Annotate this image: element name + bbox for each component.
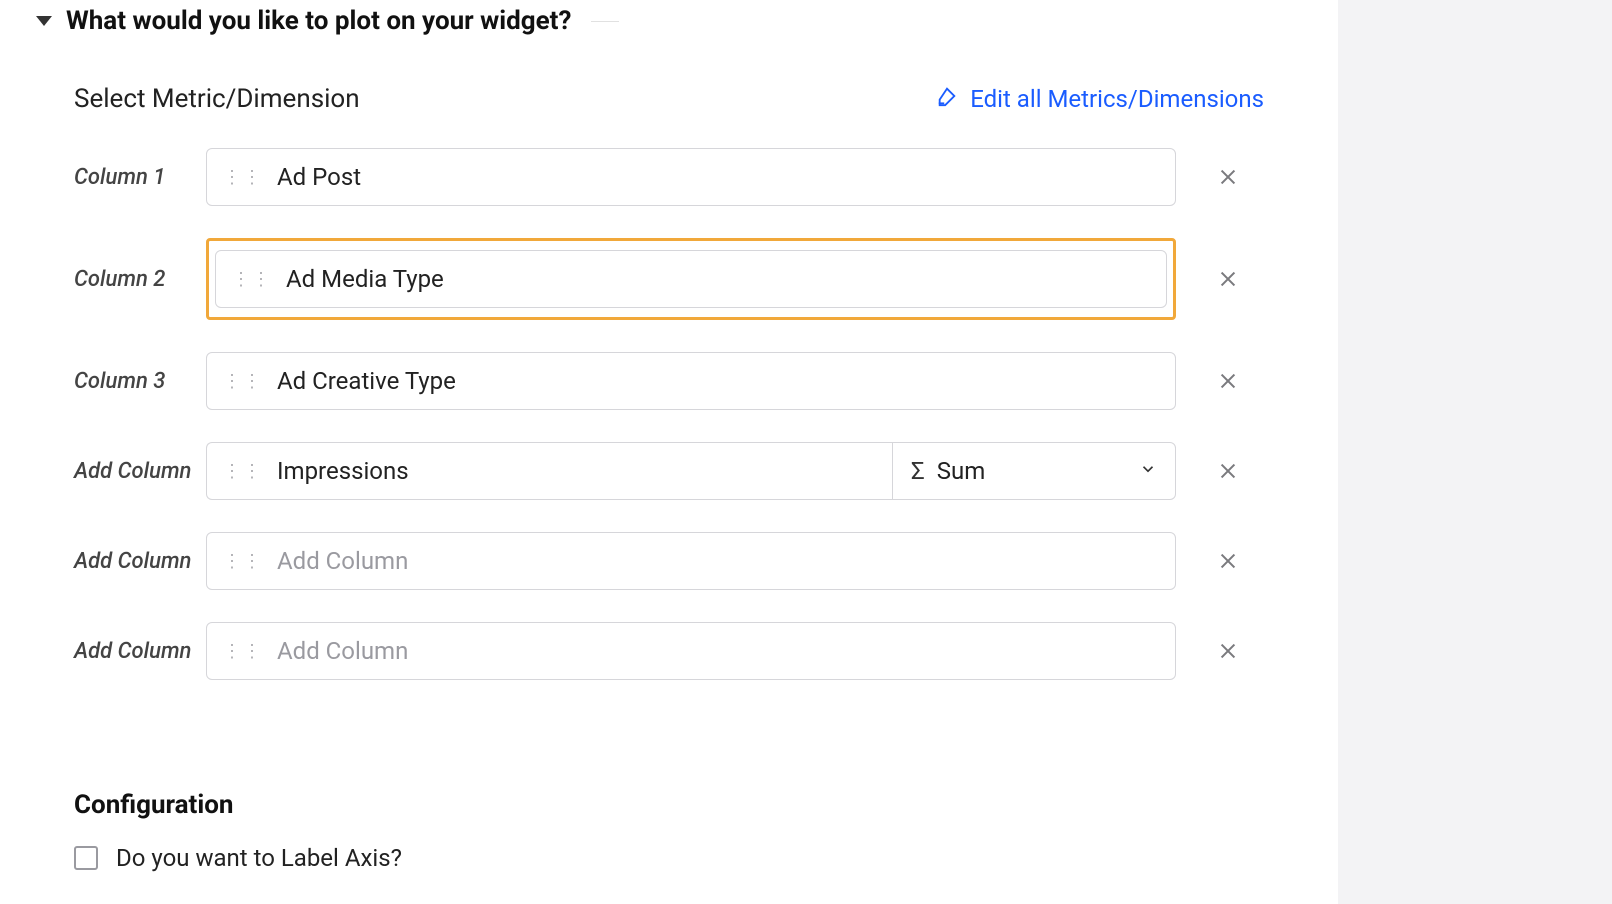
chevron-down-icon[interactable] (36, 16, 52, 26)
column-row: Add Column ⋮⋮ Add Column (74, 532, 1264, 590)
section-header[interactable]: What would you like to plot on your widg… (0, 0, 1338, 36)
drag-handle-icon[interactable]: ⋮⋮ (232, 269, 272, 290)
chevron-down-icon (1139, 460, 1157, 482)
field-placeholder: Add Column (277, 637, 408, 665)
drag-handle-icon[interactable]: ⋮⋮ (223, 551, 263, 572)
edit-icon (936, 85, 958, 113)
row-label: Column 2 (74, 267, 206, 292)
row-label: Add Column (74, 549, 206, 574)
label-axis-label: Do you want to Label Axis? (116, 844, 402, 872)
column-row: Column 1 ⋮⋮ Ad Post (74, 148, 1264, 206)
field-value: Ad Media Type (286, 265, 444, 293)
divider (591, 21, 619, 22)
row-label: Column 1 (74, 165, 206, 190)
column-field-highlighted[interactable]: ⋮⋮ Ad Media Type (206, 238, 1176, 320)
close-icon (1217, 166, 1239, 188)
close-icon (1217, 460, 1239, 482)
field-value: Impressions (277, 457, 409, 485)
edit-all-metrics-link[interactable]: Edit all Metrics/Dimensions (936, 85, 1264, 113)
close-icon (1217, 550, 1239, 572)
configuration-title: Configuration (74, 790, 1264, 820)
remove-column-button[interactable] (1200, 550, 1256, 572)
remove-column-button[interactable] (1200, 460, 1256, 482)
field-wrap-split: ⋮⋮ Impressions Σ Sum (206, 442, 1176, 500)
column-field-empty[interactable]: ⋮⋮ Add Column (206, 532, 1176, 590)
column-row: Add Column ⋮⋮ Impressions Σ Sum (74, 442, 1264, 500)
drag-handle-icon[interactable]: ⋮⋮ (223, 461, 263, 482)
row-label: Add Column (74, 459, 206, 484)
aggregation-value: Sum (937, 457, 986, 485)
close-icon (1217, 640, 1239, 662)
configuration-section: Configuration Do you want to Label Axis? (74, 790, 1264, 872)
column-row: Add Column ⋮⋮ Add Column (74, 622, 1264, 680)
column-row: Column 2 ⋮⋮ Ad Media Type (74, 238, 1264, 320)
row-label: Column 3 (74, 369, 206, 394)
edit-all-metrics-text: Edit all Metrics/Dimensions (970, 85, 1264, 113)
drag-handle-icon[interactable]: ⋮⋮ (223, 371, 263, 392)
close-icon (1217, 268, 1239, 290)
column-row: Column 3 ⋮⋮ Ad Creative Type (74, 352, 1264, 410)
field-wrap: ⋮⋮ Ad Media Type (206, 238, 1176, 320)
sigma-icon: Σ (911, 457, 925, 485)
column-field[interactable]: ⋮⋮ Ad Creative Type (206, 352, 1176, 410)
widget-config-panel: What would you like to plot on your widg… (0, 0, 1338, 904)
field-wrap: ⋮⋮ Ad Creative Type (206, 352, 1176, 410)
column-field[interactable]: ⋮⋮ Ad Post (206, 148, 1176, 206)
row-label: Add Column (74, 639, 206, 664)
remove-column-button[interactable] (1200, 166, 1256, 188)
select-metric-label: Select Metric/Dimension (74, 84, 360, 114)
drag-handle-icon[interactable]: ⋮⋮ (223, 167, 263, 188)
close-icon (1217, 370, 1239, 392)
field-wrap: ⋮⋮ Add Column (206, 532, 1176, 590)
field-wrap: ⋮⋮ Add Column (206, 622, 1176, 680)
metrics-header-row: Select Metric/Dimension Edit all Metrics… (74, 84, 1264, 114)
column-field[interactable]: ⋮⋮ Impressions (206, 442, 892, 500)
aggregation-select[interactable]: Σ Sum (892, 442, 1176, 500)
field-value: Ad Post (277, 163, 361, 191)
label-axis-row: Do you want to Label Axis? (74, 844, 1264, 872)
column-field-inner[interactable]: ⋮⋮ Ad Media Type (215, 250, 1167, 308)
section-title: What would you like to plot on your widg… (66, 6, 571, 36)
content-area: Select Metric/Dimension Edit all Metrics… (0, 36, 1338, 872)
column-rows: Column 1 ⋮⋮ Ad Post Column 2 ⋮ (74, 148, 1264, 712)
remove-column-button[interactable] (1200, 370, 1256, 392)
remove-column-button[interactable] (1200, 268, 1256, 290)
column-field-empty[interactable]: ⋮⋮ Add Column (206, 622, 1176, 680)
field-value: Ad Creative Type (277, 367, 456, 395)
field-placeholder: Add Column (277, 547, 408, 575)
field-wrap: ⋮⋮ Ad Post (206, 148, 1176, 206)
label-axis-checkbox[interactable] (74, 846, 98, 870)
aggregation-left: Σ Sum (911, 457, 985, 485)
drag-handle-icon[interactable]: ⋮⋮ (223, 641, 263, 662)
remove-column-button[interactable] (1200, 640, 1256, 662)
